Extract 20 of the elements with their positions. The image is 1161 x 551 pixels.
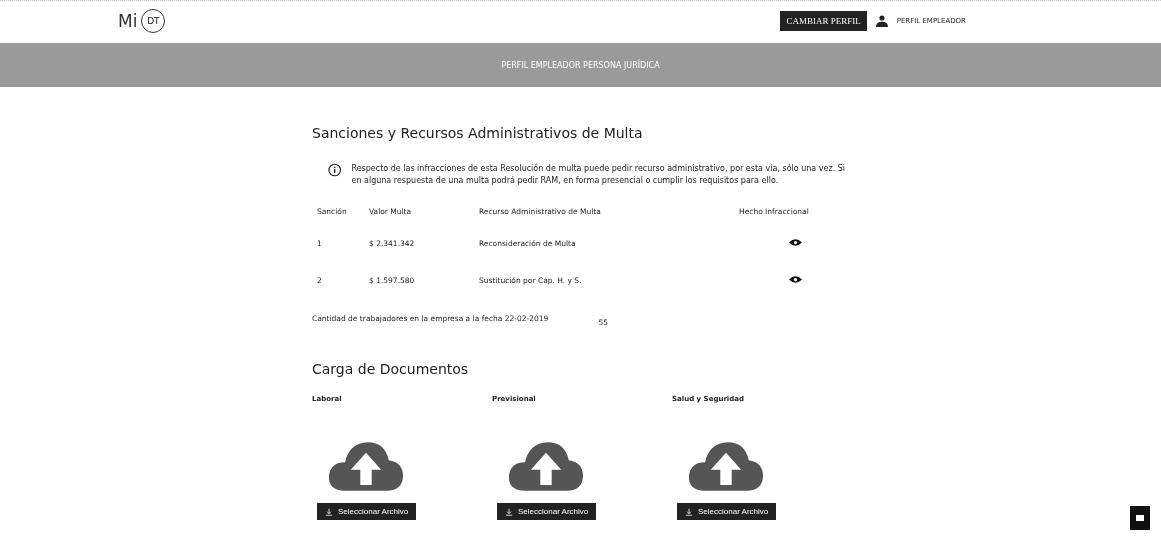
section-title: Carga de Documentos: [312, 361, 470, 377]
users-icon: [874, 15, 889, 27]
notice-text: Respecto de las infracciones de esta Resolución de multa puede pedir recurso administrativo, por esta vía, sólo una vez. Si en alguna respuesta de una multa podrá pedir RAM, en forma presencial o cumplir los requisitos para ello.: [351, 163, 847, 187]
cloud-upload-icon: [508, 439, 584, 493]
chat-button[interactable]: [1130, 506, 1150, 530]
select-file-button[interactable]: Seleccionar Archivo: [317, 503, 417, 520]
cloud-upload-icon: [328, 439, 404, 493]
select-file-button[interactable]: Seleccionar Archivo: [497, 503, 597, 520]
download-icon: [325, 507, 333, 516]
eye-icon[interactable]: [789, 275, 802, 284]
info-icon: [328, 163, 342, 177]
profile-banner: PERFIL EMPLEADOR PERSONA JURÍDICA: [0, 43, 1161, 87]
download-icon: [685, 507, 693, 516]
logo-text: Mi: [118, 11, 138, 31]
eye-icon[interactable]: [789, 238, 802, 247]
download-icon: [505, 507, 513, 516]
select-file-button[interactable]: Seleccionar Archivo: [677, 503, 777, 520]
switch-profile-button[interactable]: CAMBIAR PERFIL: [780, 11, 867, 31]
section-title: Sanciones y Recursos Administrativos de Multa: [312, 125, 644, 141]
cloud-upload-icon: [688, 439, 764, 493]
